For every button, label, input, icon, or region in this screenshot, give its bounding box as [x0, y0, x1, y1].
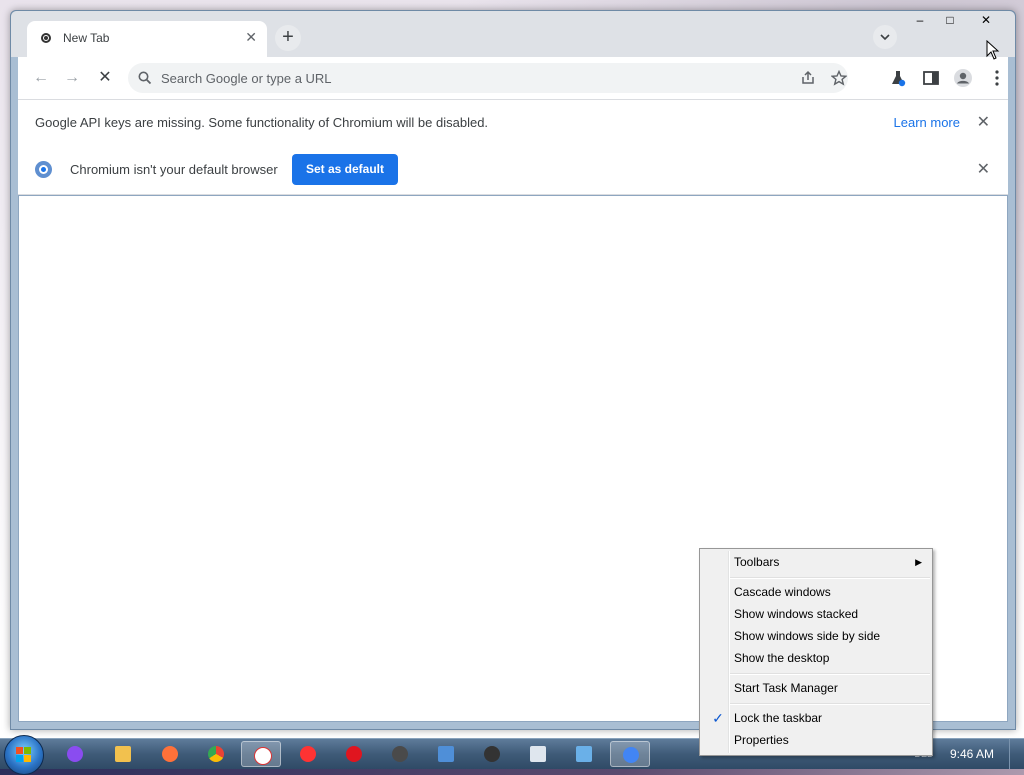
chevron-down-icon	[880, 34, 890, 41]
tab-new-tab[interactable]: New Tab ✕	[27, 21, 267, 57]
close-icon[interactable]: ✕	[977, 112, 990, 132]
taskbar-bug-app[interactable]	[472, 741, 512, 767]
clock[interactable]: 9:46 AM	[950, 747, 994, 761]
taskbar-alice[interactable]	[55, 741, 95, 767]
learn-more-link[interactable]: Learn more	[894, 115, 960, 130]
stop-loading-button[interactable]: ✕	[94, 67, 116, 89]
taskbar-chrome[interactable]	[196, 741, 236, 767]
menu-separator	[730, 673, 930, 675]
address-placeholder: Search Google or type a URL	[161, 71, 332, 86]
menu-item-cascade[interactable]: Cascade windows	[702, 581, 930, 603]
monitor-icon	[576, 746, 592, 762]
menu-item-lock-taskbar[interactable]: ✓ Lock the taskbar	[702, 707, 930, 729]
bug-icon	[484, 746, 500, 762]
alice-icon	[67, 746, 83, 762]
title-bar: New Tab ✕ + – □ ✕	[11, 11, 1015, 57]
menu-item-stacked[interactable]: Show windows stacked	[702, 603, 930, 625]
menu-separator	[730, 577, 930, 579]
taskbar-monitor[interactable]	[564, 741, 604, 767]
menu-item-show-desktop[interactable]: Show the desktop	[702, 647, 930, 669]
tab-close-icon[interactable]: ✕	[245, 29, 257, 46]
submenu-arrow-icon: ▶	[915, 557, 922, 567]
minimize-button[interactable]: –	[905, 11, 935, 31]
default-browser-message: Chromium isn't your default browser	[70, 162, 278, 177]
yandex-icon	[300, 746, 316, 762]
windows-logo-icon	[16, 747, 32, 763]
taskbar-opera[interactable]	[334, 741, 374, 767]
back-button[interactable]: ←	[30, 67, 52, 89]
monster-icon	[392, 746, 408, 762]
opera-icon	[346, 746, 362, 762]
taskbar-yandex[interactable]	[288, 741, 328, 767]
forward-button[interactable]: →	[61, 67, 83, 89]
set-as-default-button[interactable]: Set as default	[292, 154, 398, 185]
maximize-button[interactable]: □	[935, 11, 965, 31]
search-icon	[138, 71, 152, 85]
chromium-icon	[623, 747, 639, 763]
new-tab-button[interactable]: +	[275, 25, 301, 51]
menu-separator	[730, 703, 930, 705]
menu-item-properties[interactable]: Properties	[702, 729, 930, 751]
api-keys-infobar: Google API keys are missing. Some functi…	[18, 99, 1008, 146]
mouse-cursor-icon	[986, 40, 1000, 60]
menu-item-task-manager[interactable]: Start Task Manager	[702, 677, 930, 699]
folder-icon	[115, 746, 131, 762]
tab-title: New Tab	[63, 31, 110, 45]
taskbar-yandex-browser[interactable]	[241, 741, 281, 767]
share-icon[interactable]	[800, 70, 816, 86]
taskbar-explorer[interactable]	[103, 741, 143, 767]
paint-icon	[438, 746, 454, 762]
taskbar-context-menu: Toolbars ▶ Cascade windows Show windows …	[699, 548, 933, 756]
bookmark-star-icon[interactable]	[831, 70, 847, 86]
show-desktop-button[interactable]	[1009, 739, 1024, 769]
taskbar-paint[interactable]	[426, 741, 466, 767]
address-bar[interactable]: Search Google or type a URL	[128, 63, 848, 93]
taskbar-monster-app[interactable]	[380, 741, 420, 767]
firefox-icon	[162, 746, 178, 762]
menu-item-side-by-side[interactable]: Show windows side by side	[702, 625, 930, 647]
experiments-flask-icon[interactable]	[887, 67, 909, 89]
window-controls: – □ ✕	[905, 11, 1007, 33]
taskbar-firefox[interactable]	[150, 741, 190, 767]
chromium-logo-icon	[35, 161, 52, 178]
taskbar-sign-app[interactable]	[518, 741, 558, 767]
close-icon[interactable]: ✕	[977, 159, 990, 179]
signature-icon	[530, 746, 546, 762]
default-browser-infobar: Chromium isn't your default browser Set …	[18, 145, 1008, 195]
tab-search-button[interactable]	[873, 25, 897, 49]
menu-item-label: Lock the taskbar	[734, 711, 823, 725]
menu-item-toolbars[interactable]: Toolbars ▶	[702, 551, 930, 573]
start-button[interactable]	[4, 735, 44, 775]
api-keys-message: Google API keys are missing. Some functi…	[35, 115, 489, 130]
side-panel-icon[interactable]	[920, 67, 942, 89]
profile-avatar-icon[interactable]	[952, 67, 974, 89]
taskbar-chromium[interactable]	[610, 741, 650, 767]
chromium-favicon-icon	[41, 33, 51, 43]
menu-item-label: Toolbars	[734, 555, 780, 569]
yandex-browser-icon	[254, 747, 272, 765]
close-window-button[interactable]: ✕	[965, 11, 1007, 31]
chrome-icon	[208, 746, 224, 762]
checkmark-icon: ✓	[712, 710, 724, 726]
menu-kebab-icon[interactable]	[986, 67, 1008, 89]
browser-toolbar: ← → ✕ Search Google or type a URL	[18, 57, 1008, 99]
